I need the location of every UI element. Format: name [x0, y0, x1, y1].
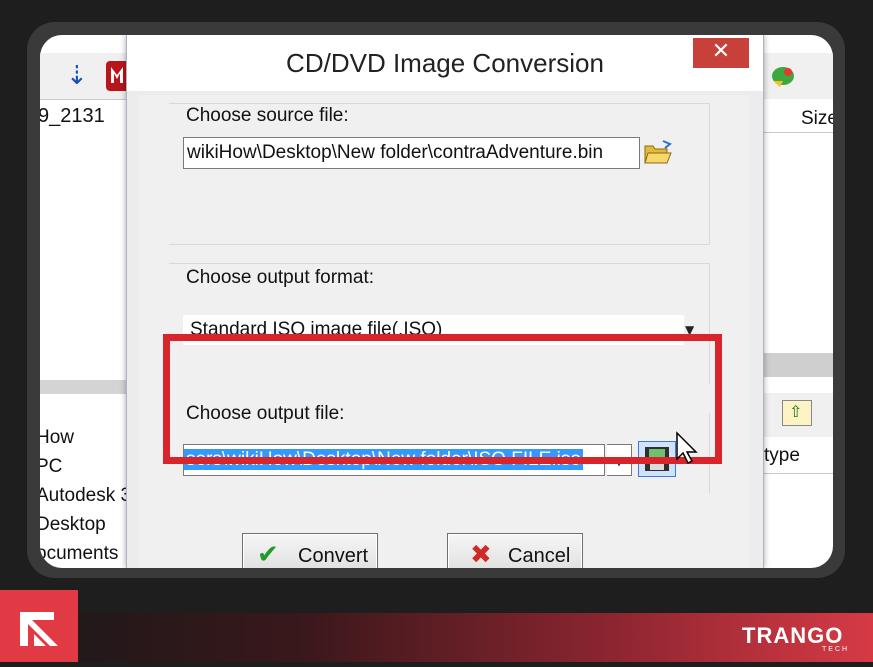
background-divider-left — [40, 380, 130, 394]
brand-logo — [0, 590, 78, 662]
tree-item[interactable]: PC — [40, 456, 62, 478]
sort-icon[interactable]: ⇣ — [66, 63, 88, 89]
convert-button[interactable]: ✔ Convert — [242, 533, 378, 568]
folder-open-icon[interactable] — [643, 139, 673, 167]
close-x-icon: ✖ — [470, 540, 492, 568]
cancel-button[interactable]: ✖ Cancel — [447, 533, 583, 568]
background-toolbar-left: ⇣ — [40, 53, 132, 100]
highlight-box — [163, 334, 722, 464]
background-file-name: 9_2131 — [40, 105, 105, 127]
tree-item[interactable]: ocuments — [40, 543, 118, 565]
dialog-title-bar[interactable]: CD/DVD Image Conversion ✕ — [127, 35, 763, 91]
column-header-size[interactable]: Size — [762, 105, 833, 133]
dialog-client-area: Choose source file: wikiHow\Desktop\New … — [139, 95, 749, 568]
column-header-type[interactable]: type — [762, 443, 833, 474]
arrow-logo-icon — [20, 612, 58, 646]
background-divider-right — [762, 353, 833, 377]
close-button[interactable]: ✕ — [693, 38, 749, 68]
image-conversion-dialog: CD/DVD Image Conversion ✕ Choose source … — [126, 35, 764, 568]
tree-item[interactable]: How — [40, 427, 74, 449]
mouse-cursor-icon — [676, 431, 698, 465]
format-label: Choose output format: — [186, 267, 374, 288]
check-icon: ✔ — [257, 540, 279, 568]
screen: ⇣ 9_2131 How PC Autodesk 3 Desktop ocume… — [40, 35, 833, 568]
source-file-input[interactable]: wikiHow\Desktop\New folder\contraAdventu… — [183, 137, 640, 169]
tree-item[interactable]: Autodesk 3 — [40, 485, 131, 507]
dialog-title: CD/DVD Image Conversion — [286, 48, 604, 78]
source-group: Choose source file: wikiHow\Desktop\New … — [169, 103, 710, 245]
up-folder-icon[interactable] — [782, 400, 812, 426]
source-label: Choose source file: — [186, 105, 349, 126]
tree-item[interactable]: Desktop — [40, 514, 106, 536]
brand-subtitle: TECH — [822, 646, 850, 653]
parrot-icon[interactable] — [768, 61, 798, 91]
